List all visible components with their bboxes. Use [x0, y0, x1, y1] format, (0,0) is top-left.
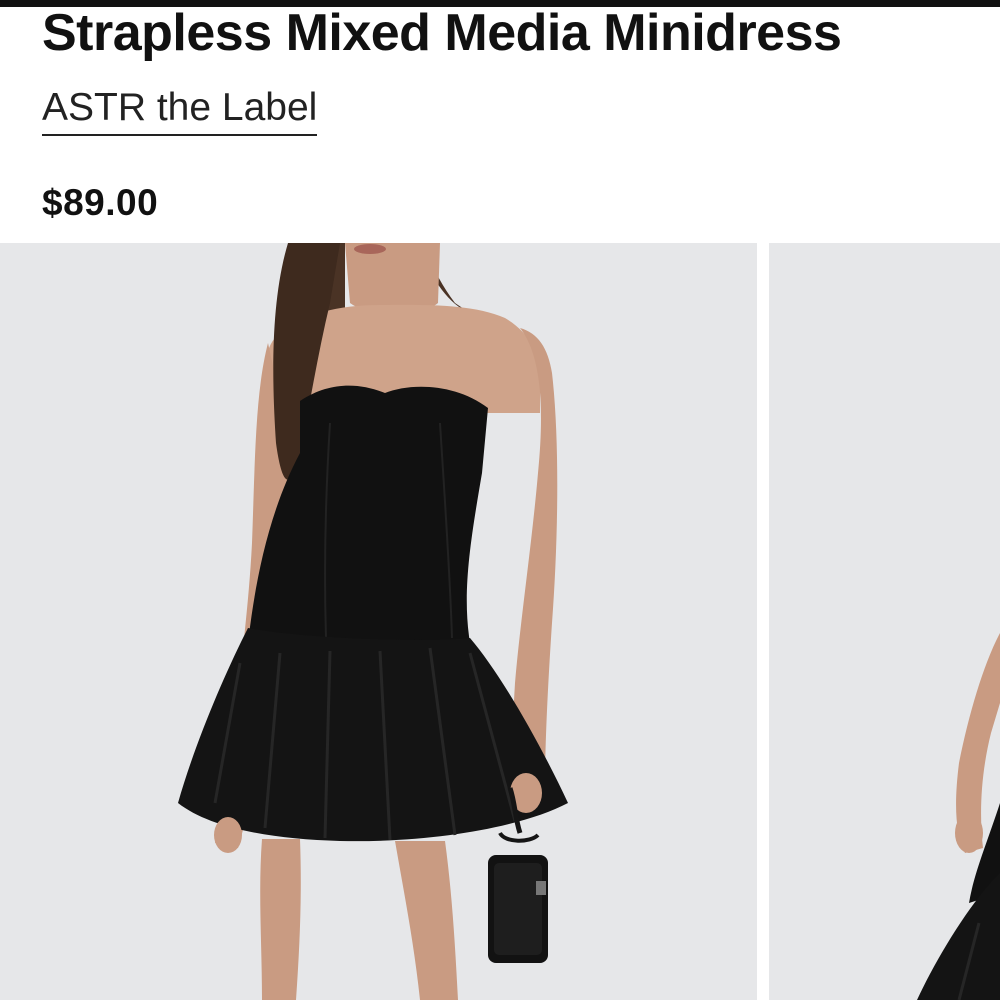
product-price: $89.00 — [42, 182, 159, 223]
product-title: Strapless Mixed Media Minidress — [42, 4, 842, 62]
product-page: Strapless Mixed Media Minidress ASTR the… — [0, 0, 1000, 1000]
product-image-side[interactable] — [769, 243, 1000, 1000]
model-in-dress-illustration — [178, 243, 568, 1000]
brand-link[interactable]: ASTR the Label — [42, 84, 318, 136]
product-image-gallery[interactable] — [0, 243, 1000, 1000]
model-side-illustration — [917, 633, 1000, 1000]
product-image-front[interactable] — [0, 243, 757, 1000]
